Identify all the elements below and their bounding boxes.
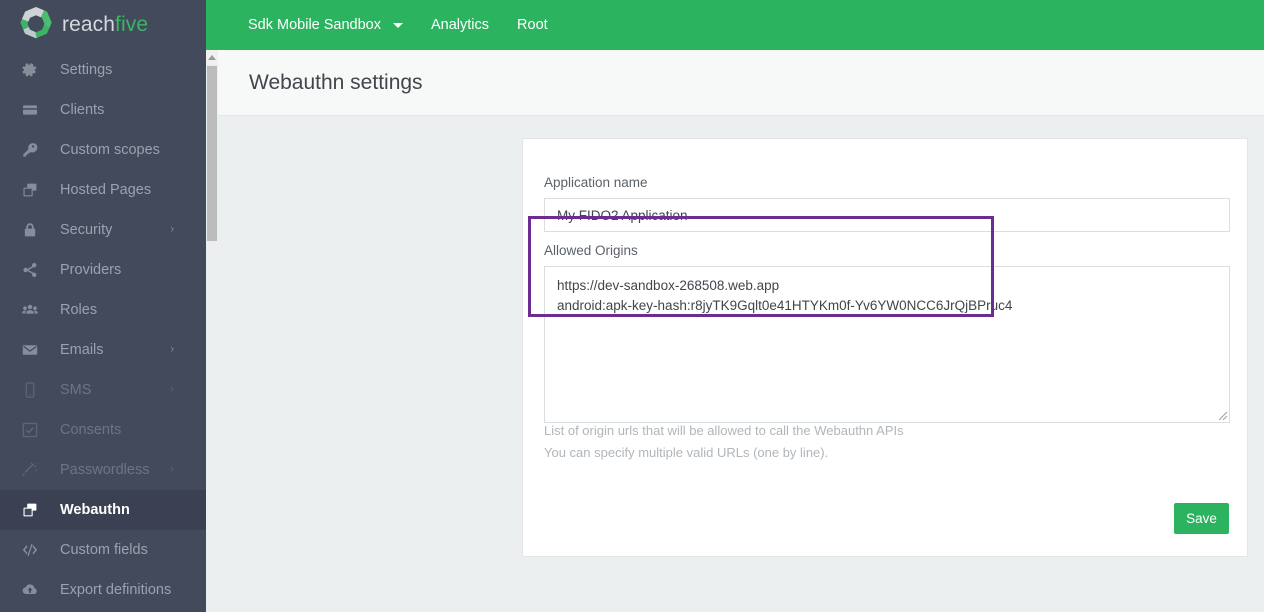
chevron-down-icon[interactable] [393,22,403,28]
key-icon [22,140,44,160]
envelope-icon [22,340,44,360]
sidebar-item-emails[interactable]: Emails › [0,330,206,370]
reachfive-octagon-logo-icon [16,5,56,45]
allowed-origins-label: Allowed Origins [544,243,638,258]
sidebar-item-settings[interactable]: Settings [0,50,206,90]
sidebar-item-export-definitions[interactable]: Export definitions [0,570,206,610]
top-navigation-bar: Sdk Mobile Sandbox Analytics Root [206,0,1264,50]
sidebar-item-label: Hosted Pages [60,182,152,198]
sidebar-item-providers[interactable]: Providers [0,250,206,290]
allowed-origins-help-line-1: List of origin urls that will be allowed… [544,423,904,438]
application-name-label: Application name [544,175,648,190]
sidebar-item-clients[interactable]: Clients [0,90,206,130]
sidebar-item-passwordless: Passwordless › [0,450,206,490]
sidebar-item-label: Clients [60,102,105,118]
sidebar-item-label: Passwordless [60,462,150,478]
sidebar-item-label: Consents [60,422,122,438]
sidebar-item-webauthn[interactable]: Webauthn [0,490,206,530]
webauthn-settings-card: Application name Allowed Origins List of… [522,138,1248,557]
sidebar-item-consents: Consents [0,410,206,450]
sidebar-nav: Settings Clients Custom scopes Hosted Pages… [0,50,206,612]
users-group-icon [22,300,44,320]
sidebar-item-label: Export definitions [60,582,172,598]
sidebar: reachfive Settings Clients Custom scopes Ho… [0,0,206,612]
topnav-item-label: Analytics [431,17,490,33]
sidebar-item-label: Settings [60,62,113,78]
chevron-right-icon: › [170,223,174,236]
save-button[interactable]: Save [1174,503,1229,534]
chevron-right-icon: › [170,463,174,476]
sidebar-item-custom-scopes[interactable]: Custom scopes [0,130,206,170]
sidebar-item-sms: SMS › [0,370,206,410]
sidebar-item-roles[interactable]: Roles [0,290,206,330]
sidebar-item-label: Webauthn [60,502,130,518]
page-title: Webauthn settings [249,70,423,94]
app-root: reachfive Settings Clients Custom scopes Ho… [0,0,1264,612]
chevron-right-icon: › [170,383,174,396]
magic-wand-icon [22,460,44,480]
sidebar-item-label: Custom scopes [60,142,160,158]
allowed-origins-help-line-2: You can specify multiple valid URLs (one… [544,445,829,460]
mobile-phone-icon [22,380,44,400]
lock-icon [22,220,44,240]
wallet-icon [22,100,44,120]
brand-text: reachfive [62,13,148,37]
sidebar-item-hosted-pages[interactable]: Hosted Pages [0,170,206,210]
application-name-input[interactable] [544,198,1230,232]
pages-stack-icon [22,180,44,200]
brand-text-primary: reach [62,13,116,36]
pages-stack-icon [22,500,44,520]
sidebar-item-security[interactable]: Security › [0,210,206,250]
sidebar-scroll-up-arrow-icon[interactable] [206,50,218,64]
page-header: Webauthn settings [218,50,1264,116]
sidebar-item-label: Custom fields [60,542,148,558]
topnav-item-label: Sdk Mobile Sandbox [248,17,381,33]
sidebar-item-custom-fields[interactable]: Custom fields [0,530,206,570]
topnav-item-root[interactable]: Root [517,17,548,33]
topnav-item-sdk-mobile-sandbox[interactable]: Sdk Mobile Sandbox [248,17,403,33]
allowed-origins-textarea[interactable] [544,266,1230,423]
share-nodes-icon [22,260,44,280]
sidebar-item-label: Security [60,222,113,238]
code-brackets-icon [22,540,44,560]
brand-logo-area[interactable]: reachfive [0,0,206,50]
sidebar-item-label: Roles [60,302,98,318]
topnav-item-label: Root [517,17,548,33]
main-content: Application name Allowed Origins List of… [218,117,1264,612]
brand-text-secondary: five [115,13,149,36]
cloud-upload-icon [22,580,44,600]
sidebar-scrollbar-thumb[interactable] [207,66,217,241]
sidebar-item-label: Providers [60,262,122,278]
gear-icon [22,60,44,80]
checkbox-icon [22,420,44,440]
topnav-item-analytics[interactable]: Analytics [431,17,489,33]
sidebar-item-label: SMS [60,382,92,398]
chevron-right-icon: › [170,343,174,356]
sidebar-item-label: Emails [60,342,104,358]
